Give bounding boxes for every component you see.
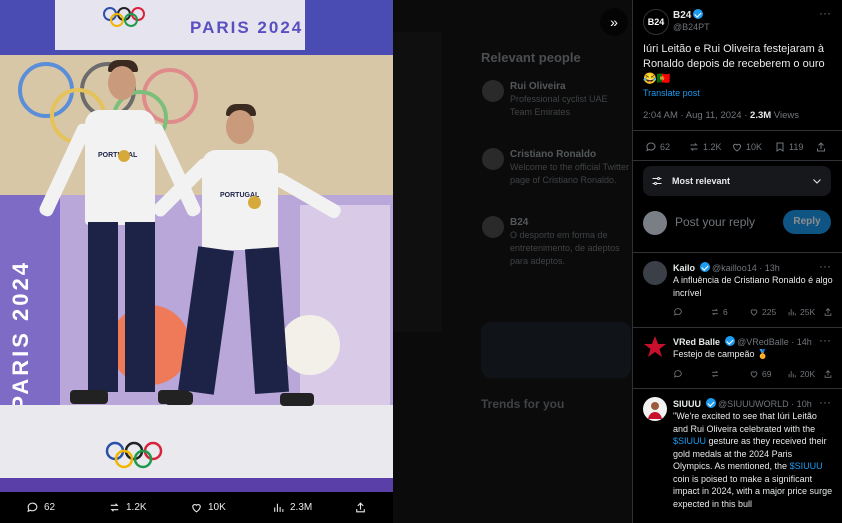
post-reply-button[interactable]: 62 <box>645 141 670 153</box>
chevron-down-icon <box>813 179 821 184</box>
repost-icon <box>690 143 698 151</box>
repost-icon <box>711 308 719 316</box>
post-bookmark-button[interactable]: 119 <box>774 141 803 153</box>
reply-text: "We're excited to see that Iúri Leitão a… <box>673 411 833 509</box>
reply-submit-button[interactable]: Reply <box>783 210 831 234</box>
red-star-icon <box>644 336 666 357</box>
post-like-button[interactable]: 10K <box>731 141 762 153</box>
divider <box>633 327 842 328</box>
reply-header: VRed Balle @VRedBalle · 14h <box>673 336 812 347</box>
filter-icon <box>652 177 662 185</box>
share-button[interactable] <box>354 501 367 514</box>
vertical-paris-text: PARIS 2024 <box>8 260 33 411</box>
divider <box>633 252 842 253</box>
post-meta: 2:04 AM · Aug 11, 2024 · 2.3M Views <box>643 110 799 121</box>
podium-base <box>0 478 393 492</box>
post-text: Iúri Leitão e Rui Oliveira festejaram à … <box>643 43 825 85</box>
avatar <box>482 148 504 170</box>
reply-actions: 6 225 25K <box>673 307 833 321</box>
reply-actions: 69 20K <box>673 369 833 383</box>
verified-badge-icon <box>724 336 735 346</box>
divider <box>633 388 842 389</box>
heart-icon <box>750 309 758 316</box>
like-button[interactable]: 10K <box>190 501 226 514</box>
post-repost-button[interactable]: 1.2K <box>688 141 722 153</box>
avatar[interactable] <box>643 397 667 421</box>
share-icon <box>824 308 832 316</box>
divider <box>633 130 842 131</box>
relevant-people-heading: Relevant people <box>481 50 581 65</box>
views-icon <box>788 309 796 316</box>
trends-heading: Trends for you <box>481 397 565 411</box>
person-avatar-icon <box>648 402 662 419</box>
views-button[interactable]: 2.3M <box>272 501 312 514</box>
verified-badge-icon <box>699 262 710 272</box>
background-card <box>481 322 631 378</box>
post-photo[interactable]: PARIS 2024 PARIS 2024 PORTUGAL PO <box>0 0 393 492</box>
avatar <box>482 80 504 102</box>
repost-button[interactable]: 6 <box>710 307 728 317</box>
author-handle[interactable]: @B24PT <box>673 22 710 32</box>
bookmark-icon <box>776 142 784 152</box>
post-share-button[interactable] <box>815 141 827 153</box>
more-options-icon[interactable]: ··· <box>819 6 831 20</box>
views-button[interactable]: 25K <box>787 307 815 317</box>
olympic-rings-icon <box>103 7 145 27</box>
translate-link[interactable]: Translate post <box>643 88 700 98</box>
cashtag-link[interactable]: $SIUUU <box>673 436 706 446</box>
avatar[interactable] <box>643 335 667 359</box>
more-options-icon[interactable]: ··· <box>819 395 831 409</box>
author-name[interactable]: B24 <box>673 9 704 21</box>
divider <box>633 160 842 161</box>
reply-header: Kailo @kailloo14 · 13h <box>673 262 780 273</box>
media-action-bar: 62 1.2K 10K 2.3M <box>0 492 393 523</box>
like-button[interactable]: 69 <box>749 369 771 379</box>
relevant-person: Cristiano Ronaldo Welcome to the official… <box>510 149 630 185</box>
share-button[interactable] <box>823 307 833 317</box>
user-avatar <box>643 211 667 235</box>
background-page: Relevant people Rui Oliveira Professional… <box>392 0 632 523</box>
relevant-person: B24 O desporto em forma de entretenimento… <box>510 217 620 266</box>
reply-icon[interactable] <box>673 369 683 379</box>
reply-header: SIUUU @SIUUUWORLD · 10h <box>673 398 812 409</box>
more-options-icon[interactable]: ··· <box>819 259 831 273</box>
reply-sort-dropdown[interactable]: Most relevant <box>643 166 831 196</box>
author-avatar[interactable]: B24 <box>643 9 669 35</box>
avatar <box>482 216 504 238</box>
post-detail-panel: B24 B24 @B24PT ··· Iúri Leitão e Rui Oli… <box>632 0 842 523</box>
reply-button[interactable]: 62 <box>26 501 55 514</box>
heart-icon <box>750 371 758 378</box>
repost-icon[interactable] <box>710 369 720 379</box>
more-options-icon[interactable]: ··· <box>819 333 831 347</box>
repost-icon <box>110 503 119 512</box>
media-viewer: { "background": { "heading": "Relevant p… <box>0 0 842 523</box>
share-icon <box>817 142 825 152</box>
verified-badge-icon <box>693 9 704 19</box>
reply-composer-input[interactable]: Post your reply <box>675 215 755 229</box>
share-button[interactable] <box>823 369 833 379</box>
cashtag-link[interactable]: $SIUUU <box>790 461 823 471</box>
views-button[interactable]: 20K <box>787 369 815 379</box>
share-icon <box>356 502 365 513</box>
heart-icon <box>732 143 742 152</box>
reply-icon <box>27 502 38 513</box>
collapse-panel-button[interactable]: » <box>600 8 628 36</box>
background-strip <box>392 32 442 332</box>
views-icon <box>274 503 284 512</box>
reply-icon[interactable] <box>673 307 683 317</box>
avatar[interactable] <box>643 261 667 285</box>
photo-banner-text: PARIS 2024 <box>190 18 304 37</box>
share-icon <box>824 370 832 378</box>
reply-text: A influência de Cristiano Ronaldo é algo… <box>673 275 833 298</box>
views-icon <box>788 371 796 378</box>
like-button[interactable]: 225 <box>749 307 776 317</box>
repost-button[interactable]: 1.2K <box>108 501 147 514</box>
reply-text: Festejo de campeão 🏅 <box>673 349 769 359</box>
olympic-rings-icon <box>105 441 163 469</box>
relevant-person: Rui Oliveira Professional cyclist UAE Tea… <box>510 81 608 117</box>
verified-badge-icon <box>705 398 716 408</box>
reply-icon <box>646 142 656 152</box>
heart-icon <box>192 504 201 513</box>
